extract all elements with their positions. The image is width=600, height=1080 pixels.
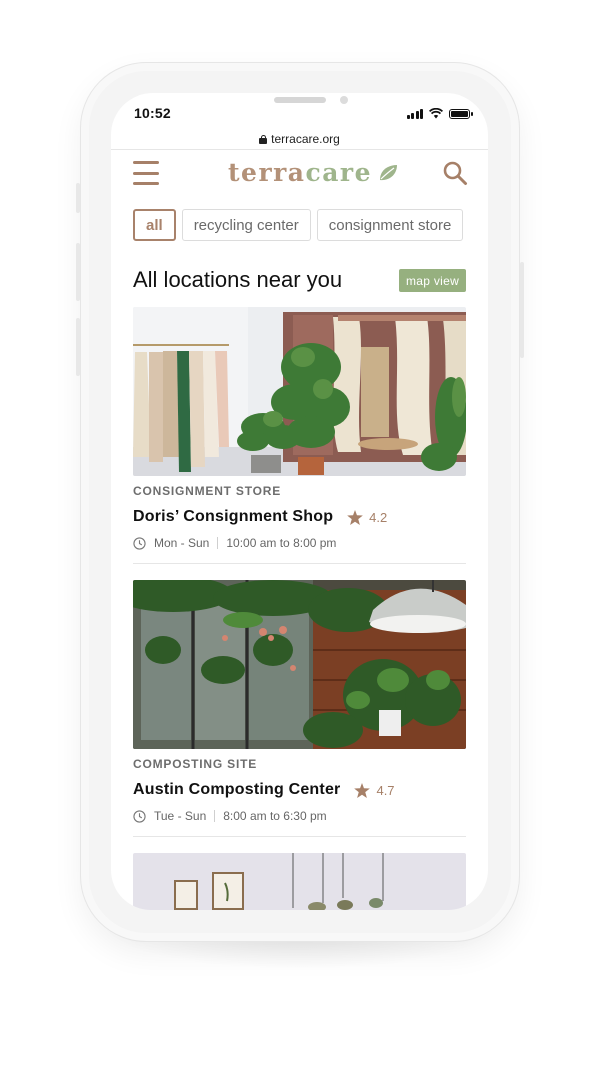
app-header: terra care <box>111 150 488 198</box>
filter-chip-consignment-store[interactable]: consignment store <box>316 209 464 241</box>
location-rating: 4.7 <box>354 782 395 798</box>
rating-value: 4.7 <box>376 782 395 798</box>
battery-icon <box>449 108 473 119</box>
location-rating: 4.2 <box>347 509 388 525</box>
open-hours: 10:00 am to 8:00 pm <box>226 536 337 550</box>
star-icon <box>347 509 363 525</box>
clock-icon <box>133 809 146 823</box>
filter-chips: all recycling center consignment store <box>133 209 464 241</box>
star-icon <box>354 782 371 798</box>
location-hours: Tue - Sun 8:00 am to 6:30 pm <box>133 809 466 823</box>
card-divider <box>133 563 466 564</box>
status-icons <box>406 108 473 119</box>
open-days: Tue - Sun <box>154 809 207 823</box>
menu-icon[interactable] <box>133 161 159 185</box>
lock-icon <box>259 134 268 144</box>
location-photo-partial <box>133 853 466 910</box>
status-bar: 10:52 <box>111 93 488 129</box>
terracare-logo[interactable]: terra care <box>228 158 398 187</box>
browser-url-bar[interactable]: terracare.org <box>111 129 488 149</box>
clock-icon <box>133 536 146 550</box>
location-card-2[interactable]: COMPOSTING SITE Austin Composting Center… <box>133 580 466 823</box>
map-view-button[interactable]: map view <box>399 269 466 292</box>
open-days: Mon - Sun <box>154 536 210 550</box>
location-card-1[interactable]: CONSIGNMENT STORE Doris’ Consignment Sho… <box>133 307 466 550</box>
location-photo[interactable] <box>133 853 466 910</box>
separator <box>214 810 216 822</box>
signal-icon <box>406 108 423 119</box>
phone-volume-down <box>76 318 80 376</box>
location-photo[interactable] <box>133 580 466 749</box>
wifi-icon <box>429 108 443 119</box>
logo-text-terra: terra <box>228 158 306 187</box>
consignment-shop-photo <box>133 307 466 476</box>
leaf-icon <box>380 164 397 180</box>
filter-chip-recycling-center[interactable]: recycling center <box>181 209 311 241</box>
phone-screen: 10:52 terracare.org terra care all recyc… <box>111 93 488 910</box>
page-title: All locations near you <box>133 267 343 292</box>
location-category: COMPOSTING SITE <box>133 757 258 771</box>
open-hours: 8:00 am to 6:30 pm <box>223 809 327 823</box>
rating-value: 4.2 <box>369 509 388 525</box>
separator <box>217 537 219 549</box>
location-photo[interactable] <box>133 307 466 476</box>
card-divider <box>133 836 466 837</box>
location-card-3[interactable] <box>133 853 466 910</box>
phone-mute-switch <box>76 183 80 213</box>
search-icon[interactable] <box>442 160 468 186</box>
browser-url: terracare.org <box>271 132 340 146</box>
composting-center-photo <box>133 580 466 749</box>
status-time: 10:52 <box>134 105 171 121</box>
logo-text-care: care <box>305 158 372 187</box>
phone-power-button <box>520 262 524 358</box>
filter-chip-all[interactable]: all <box>133 209 176 241</box>
phone-volume-up <box>76 243 80 301</box>
location-name[interactable]: Austin Composting Center <box>133 781 340 799</box>
location-name[interactable]: Doris’ Consignment Shop <box>133 508 333 526</box>
location-hours: Mon - Sun 10:00 am to 8:00 pm <box>133 536 466 550</box>
location-category: CONSIGNMENT STORE <box>133 484 282 498</box>
